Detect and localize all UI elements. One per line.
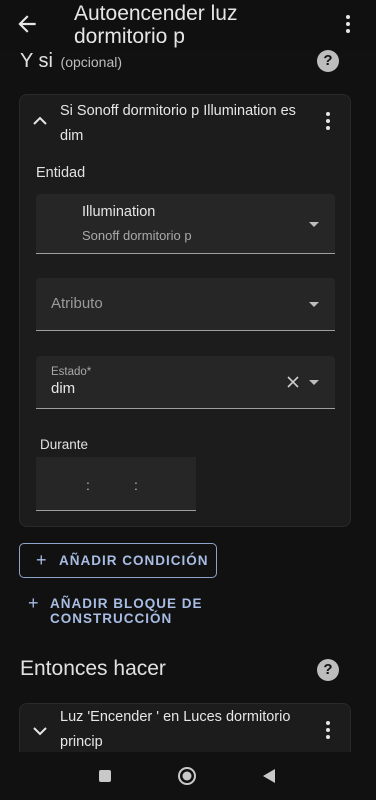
state-value: dim (51, 380, 76, 397)
dropdown-arrow-icon (309, 222, 319, 227)
condition-card: Si Sonoff dormitorio p Illumination es d… (19, 94, 351, 527)
page-title: Autoencender luz dormitorio p (74, 2, 238, 48)
actions-section-title: Entonces hacer (20, 657, 166, 680)
duration-separator: : (86, 477, 90, 493)
action-card-title: Luz 'Encender ' en Luces dormitorio prin… (60, 709, 291, 750)
clear-icon[interactable] (286, 375, 300, 389)
duration-separator: : (134, 477, 138, 493)
optional-label: (opcional) (60, 54, 123, 70)
entity-label: Entidad (36, 165, 86, 181)
conditions-title-text: Y si (20, 50, 53, 72)
condition-card-title: Si Sonoff dormitorio p Illumination es d… (60, 103, 296, 144)
add-condition-label: AÑADIR CONDICIÓN (59, 553, 209, 568)
dropdown-arrow-icon (309, 302, 319, 307)
more-vert-icon[interactable] (318, 720, 338, 740)
help-icon[interactable]: ? (317, 50, 339, 72)
chevron-up-icon[interactable] (32, 113, 48, 127)
chevron-down-icon[interactable] (32, 724, 48, 738)
plus-icon: + (36, 550, 48, 570)
recents-icon[interactable] (98, 769, 112, 783)
home-icon[interactable] (177, 766, 197, 786)
attribute-select[interactable]: Atributo (36, 278, 335, 331)
state-label: Estado* (51, 366, 92, 378)
entity-device: Sonoff dormitorio p (82, 228, 192, 243)
state-select[interactable]: Estado* dim (36, 356, 335, 409)
entity-name: Illumination (82, 204, 156, 220)
help-icon[interactable]: ? (317, 659, 339, 681)
add-building-block-label: AÑADIR BLOQUE DE CONSTRUCCIÓN (50, 596, 203, 626)
plus-icon: + (28, 593, 40, 613)
entity-picker[interactable]: Illumination Sonoff dormitorio p (36, 194, 335, 254)
back-arrow-icon[interactable] (14, 11, 40, 37)
more-vert-icon[interactable] (338, 12, 358, 36)
more-vert-icon[interactable] (318, 111, 338, 131)
system-navigation-bar (0, 752, 376, 800)
back-icon[interactable] (262, 768, 276, 784)
app-bar: Autoencender luz dormitorio p (0, 0, 376, 50)
duration-input[interactable]: : : (36, 457, 196, 511)
dropdown-arrow-icon (309, 380, 319, 385)
add-building-block-button[interactable]: + AÑADIR BLOQUE DE CONSTRUCCIÓN (28, 593, 328, 626)
duration-label: Durante (40, 437, 89, 452)
add-condition-button[interactable]: + AÑADIR CONDICIÓN (19, 543, 217, 578)
conditions-section-title: Y si (opcional) (20, 50, 122, 73)
attribute-placeholder: Atributo (51, 295, 103, 312)
